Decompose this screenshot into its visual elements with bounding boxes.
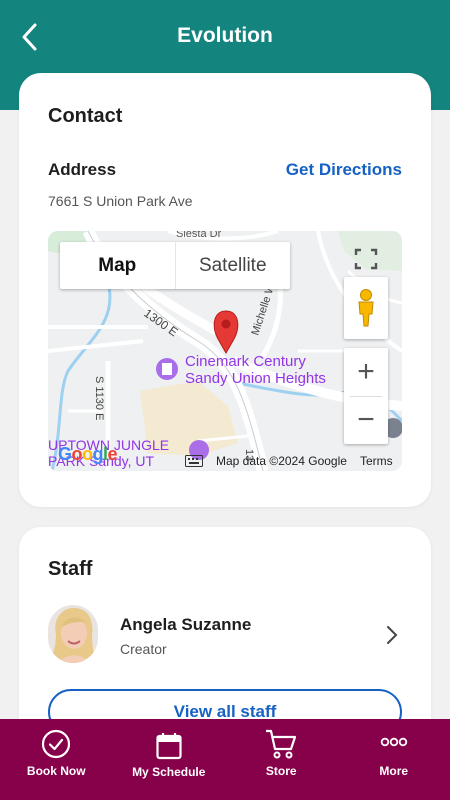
map-fullscreen-button[interactable]	[344, 243, 388, 275]
fullscreen-icon	[354, 248, 378, 270]
staff-name: Angela Suzanne	[120, 615, 252, 634]
staff-role: Creator	[120, 641, 167, 657]
nav-more[interactable]: More	[338, 719, 450, 800]
avatar	[48, 605, 98, 663]
get-directions-link[interactable]: Get Directions	[286, 160, 402, 180]
staff-list-item[interactable]: Angela Suzanne Creator	[48, 605, 398, 667]
nav-label-my-schedule: My Schedule	[132, 765, 206, 779]
street-label-siesta: Siesta Dr	[176, 231, 222, 240]
map-view[interactable]: Siesta Dr 1300 E Michelle W S 1130 E 13 …	[48, 231, 402, 471]
map-type-map-button[interactable]: Map	[60, 242, 175, 289]
contact-section-title: Contact	[48, 105, 123, 127]
nav-my-schedule[interactable]: My Schedule	[113, 719, 226, 800]
nav-label-more: More	[379, 764, 409, 778]
poi-line-1: Cinemark Century	[185, 353, 306, 370]
pegman-icon	[358, 289, 374, 327]
chevron-right-icon	[387, 626, 398, 644]
keyboard-shortcuts-icon[interactable]	[185, 455, 203, 467]
street-view-pegman[interactable]	[344, 277, 388, 339]
cart-icon	[266, 729, 297, 759]
nav-store[interactable]: Store	[225, 719, 338, 800]
zoom-out-button[interactable]: −	[344, 396, 388, 444]
google-logo: Google	[58, 444, 118, 464]
zoom-in-button[interactable]: +	[344, 348, 388, 396]
check-circle-icon	[42, 729, 71, 759]
nav-label-store: Store	[265, 764, 297, 778]
map-type-toggle: Map Satellite	[60, 242, 290, 289]
poi-line-2: Sandy Union Heights	[185, 370, 326, 387]
bottom-nav: Book Now My Schedule Store More	[0, 719, 450, 800]
map-type-satellite-button[interactable]: Satellite	[174, 242, 291, 289]
address-label: Address	[48, 160, 117, 179]
nav-label-book-now: Book Now	[26, 764, 86, 778]
nav-book-now[interactable]: Book Now	[0, 719, 113, 800]
contact-card: Contact Address Get Directions 7661 S Un…	[19, 73, 431, 507]
calendar-icon	[156, 733, 182, 760]
map-data-attribution: Map data ©2024 Google	[216, 454, 347, 468]
street-label-1130e: S 1130 E	[93, 376, 105, 420]
address-value: 7661 S Union Park Ave	[48, 193, 193, 209]
map-poi-label[interactable]: Cinemark Century Sandy Union Heights	[185, 353, 326, 387]
map-zoom-control: + −	[344, 348, 388, 444]
page-title: Evolution	[177, 24, 273, 47]
map-terms-link[interactable]: Terms	[360, 454, 393, 468]
staff-section-title: Staff	[48, 558, 93, 580]
more-dots-icon	[380, 737, 407, 747]
